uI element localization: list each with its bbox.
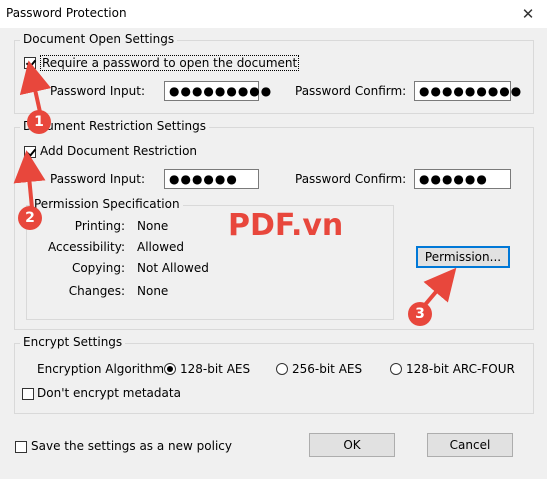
arrow-1	[19, 60, 52, 113]
arrow-3	[422, 267, 457, 308]
badge-2: 2	[18, 206, 42, 230]
badge-3: 3	[408, 302, 432, 326]
watermark-logo: PDF.vn	[228, 208, 344, 243]
badge-1: 1	[27, 110, 51, 134]
arrow-2	[13, 150, 46, 209]
